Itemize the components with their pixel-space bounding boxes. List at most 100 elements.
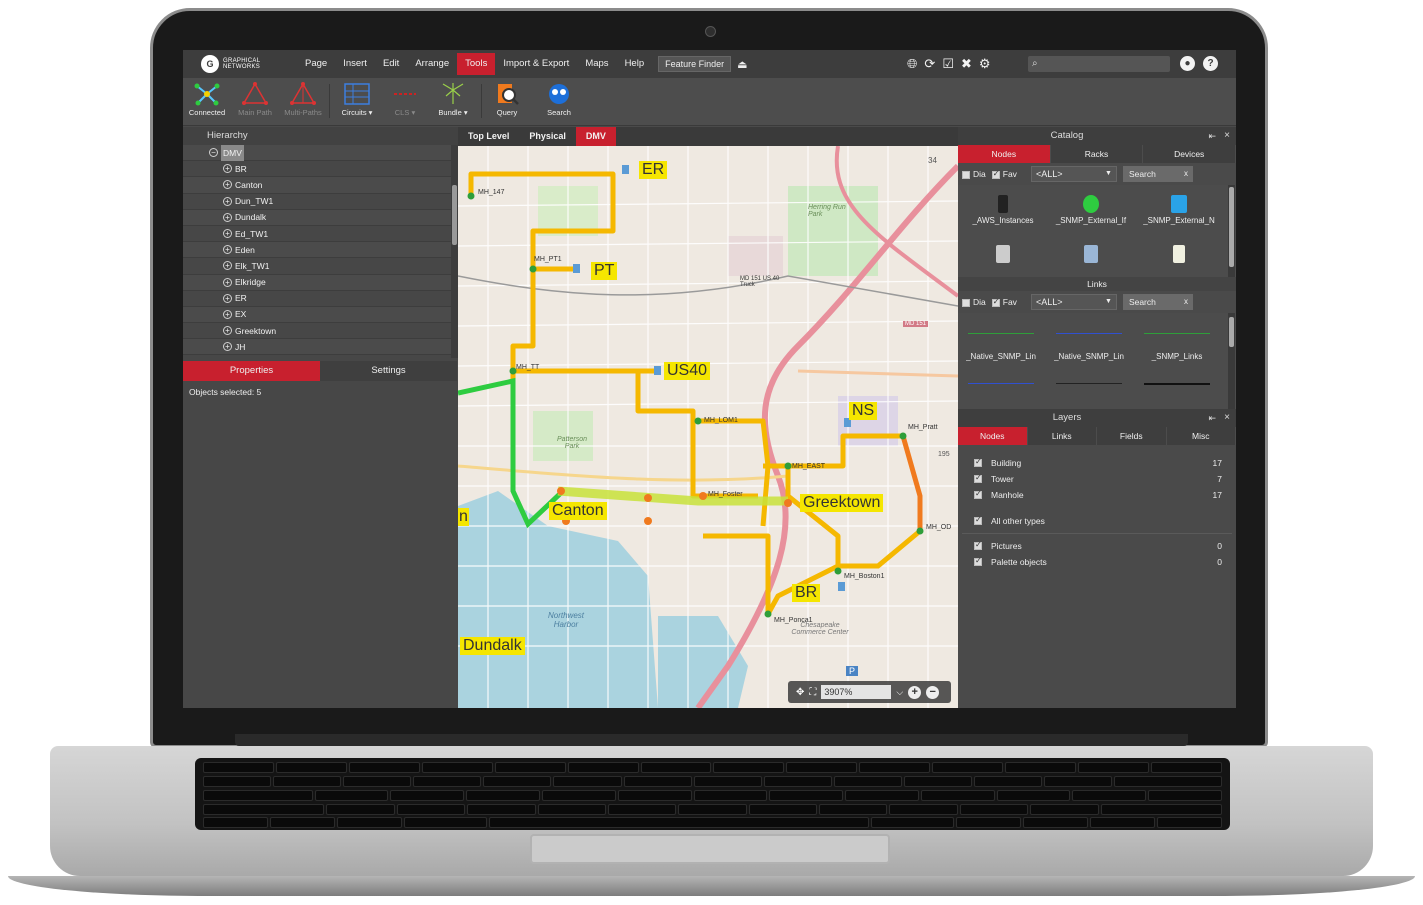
- map-label-us40[interactable]: US40: [664, 362, 711, 380]
- fav-checkbox[interactable]: Fav: [991, 169, 1017, 179]
- expand-icon[interactable]: +: [223, 196, 232, 206]
- catalog-node-item[interactable]: [1134, 245, 1224, 266]
- fav-checkbox[interactable]: Fav: [991, 297, 1017, 307]
- menu-page[interactable]: Page: [297, 53, 335, 75]
- tree-item[interactable]: + Eden: [183, 242, 451, 259]
- expand-icon[interactable]: +: [223, 326, 232, 336]
- map-label-pt[interactable]: PT: [591, 262, 618, 280]
- tree-item[interactable]: + EX: [183, 306, 451, 324]
- map-label-br[interactable]: BR: [792, 584, 821, 602]
- checkbox-icon[interactable]: ☑: [942, 56, 954, 72]
- map-label-ns[interactable]: NS: [849, 402, 878, 420]
- expand-icon[interactable]: +: [223, 277, 232, 287]
- pan-icon[interactable]: ✥: [796, 687, 804, 698]
- query-button[interactable]: Query: [483, 80, 531, 122]
- expand-icon[interactable]: +: [223, 293, 232, 303]
- catalog-node-item[interactable]: _AWS_Instances: [958, 195, 1048, 225]
- fit-screen-icon[interactable]: ⛶: [809, 687, 816, 698]
- tree-root[interactable]: − DMV: [183, 145, 451, 162]
- network-map[interactable]: ER PT US40 NS Canton Greektown BR Dundal…: [458, 146, 958, 708]
- checkbox-checked-icon[interactable]: [974, 556, 982, 566]
- catalog-clear-button[interactable]: x: [1178, 166, 1193, 182]
- tree-item[interactable]: + ER: [183, 291, 451, 307]
- chevron-down-icon[interactable]: ⌵: [896, 687, 903, 698]
- collapse-toolbar-icon[interactable]: ⏏: [737, 58, 747, 71]
- catalog-scrollbar-thumb[interactable]: [1229, 187, 1234, 267]
- tab-properties[interactable]: Properties: [183, 361, 320, 381]
- catalog-node-item[interactable]: _SNMP_External_N: [1134, 195, 1224, 225]
- tools-icon[interactable]: ✖: [961, 56, 972, 72]
- layer-row-palette[interactable]: Palette objects 0: [958, 554, 1236, 570]
- tree-item[interactable]: + Canton: [183, 177, 451, 194]
- globe-icon[interactable]: 🌐︎: [907, 56, 917, 72]
- zoom-in-icon[interactable]: +: [908, 685, 922, 699]
- map-label-er[interactable]: ER: [639, 161, 668, 179]
- tree-item[interactable]: + Elk_TW1: [183, 258, 451, 275]
- close-icon[interactable]: ×: [1224, 127, 1230, 145]
- main-path-button[interactable]: Main Path: [231, 80, 279, 122]
- checkbox-checked-icon[interactable]: [974, 457, 982, 467]
- layer-row-tower[interactable]: Tower 7: [958, 471, 1236, 487]
- tab-layers-nodes[interactable]: Nodes: [958, 427, 1028, 445]
- zoom-level-select[interactable]: 3907%: [821, 685, 892, 699]
- circuits-button[interactable]: Circuits ▾: [333, 80, 381, 122]
- menu-help[interactable]: Help: [617, 53, 653, 75]
- tab-catalog-racks[interactable]: Racks: [1050, 145, 1144, 163]
- layer-row-building[interactable]: Building 17: [958, 455, 1236, 471]
- tab-catalog-devices[interactable]: Devices: [1143, 145, 1236, 163]
- expand-icon[interactable]: +: [223, 229, 232, 239]
- links-scrollbar[interactable]: [1228, 313, 1235, 409]
- catalog-link-item[interactable]: _SNMP_Links: [1134, 333, 1220, 361]
- tab-dmv[interactable]: DMV: [575, 127, 616, 146]
- expand-icon[interactable]: +: [223, 180, 232, 190]
- close-icon[interactable]: ×: [1224, 409, 1230, 427]
- dia-checkbox[interactable]: Dia: [962, 169, 986, 179]
- tab-layers-links[interactable]: Links: [1027, 427, 1097, 445]
- tab-top-level[interactable]: Top Level: [458, 127, 519, 146]
- checkbox-checked-icon[interactable]: [974, 489, 982, 499]
- tab-physical[interactable]: Physical: [519, 127, 576, 146]
- pin-icon[interactable]: ⇤: [1208, 409, 1216, 427]
- menu-arrange[interactable]: Arrange: [407, 53, 457, 75]
- menu-maps[interactable]: Maps: [577, 53, 616, 75]
- cls-button[interactable]: CLS ▾: [381, 80, 429, 122]
- menu-insert[interactable]: Insert: [335, 53, 375, 75]
- expand-icon[interactable]: +: [223, 261, 232, 271]
- user-icon[interactable]: ●: [1180, 56, 1195, 71]
- multi-paths-button[interactable]: Multi-Paths: [279, 80, 327, 122]
- search-network-button[interactable]: Search: [535, 80, 583, 122]
- expand-icon[interactable]: +: [223, 164, 232, 174]
- map-label-edge[interactable]: n: [458, 508, 469, 526]
- menu-import-export[interactable]: Import & Export: [495, 53, 577, 75]
- tree-scrollbar[interactable]: [451, 145, 458, 358]
- tree-item[interactable]: + Greektown: [183, 323, 451, 340]
- map-label-dundalk[interactable]: Dundalk: [460, 637, 525, 655]
- expand-icon[interactable]: +: [223, 309, 232, 319]
- links-search-button[interactable]: Search: [1122, 294, 1179, 310]
- catalog-type-select[interactable]: <ALL> ▼: [1030, 166, 1117, 182]
- tree-item[interactable]: + Dun_TW1: [183, 194, 451, 210]
- menu-edit[interactable]: Edit: [375, 53, 407, 75]
- layer-row-pictures[interactable]: Pictures 0: [958, 538, 1236, 554]
- tree-item[interactable]: + Dundalk: [183, 209, 451, 226]
- refresh-icon[interactable]: ⟳: [924, 56, 935, 72]
- menu-tools[interactable]: Tools: [457, 53, 496, 75]
- zoom-out-icon[interactable]: −: [926, 685, 940, 699]
- tab-layers-misc[interactable]: Misc: [1166, 427, 1236, 445]
- catalog-link-item[interactable]: _Native_SNMP_Lin: [958, 333, 1044, 361]
- tab-catalog-nodes[interactable]: Nodes: [958, 145, 1051, 163]
- checkbox-checked-icon[interactable]: [974, 473, 982, 483]
- links-scrollbar-thumb[interactable]: [1229, 317, 1234, 347]
- dia-checkbox[interactable]: Dia: [962, 297, 986, 307]
- catalog-link-item[interactable]: _Native_SNMP_Lin: [1046, 333, 1132, 361]
- catalog-scrollbar[interactable]: [1228, 185, 1235, 277]
- expand-icon[interactable]: +: [223, 342, 232, 352]
- map-label-canton[interactable]: Canton: [549, 502, 607, 520]
- collapse-icon[interactable]: −: [209, 148, 218, 158]
- tree-item[interactable]: + BR: [183, 161, 451, 178]
- expand-icon[interactable]: +: [223, 212, 232, 222]
- tree-scrollbar-thumb[interactable]: [452, 185, 457, 245]
- catalog-node-item[interactable]: [1046, 245, 1136, 266]
- gear-icon[interactable]: ⚙: [979, 56, 991, 72]
- map-canvas[interactable]: [458, 146, 958, 708]
